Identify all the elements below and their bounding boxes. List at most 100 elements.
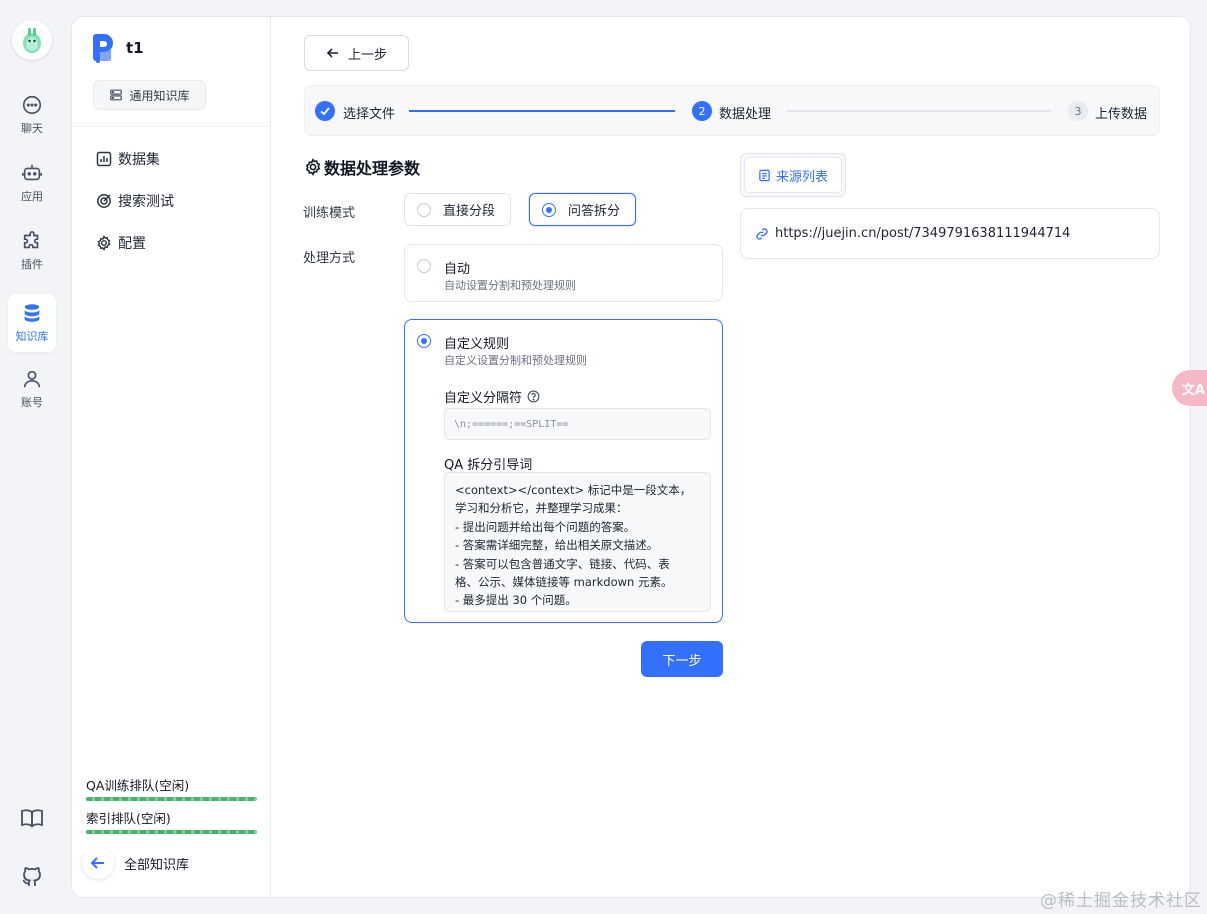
github-icon bbox=[22, 867, 41, 886]
all-knowledge-bases-label: 全部知识库 bbox=[124, 857, 190, 873]
separator-label: 自定义分隔符 bbox=[444, 387, 540, 406]
sidebar-item-label: 数据集 bbox=[118, 152, 160, 168]
method-title: 自定义规则 bbox=[444, 337, 510, 352]
arrow-left-icon bbox=[326, 48, 338, 58]
next-step-button[interactable]: 下一步 bbox=[641, 641, 723, 677]
all-knowledge-bases-link[interactable]: 全部知识库 bbox=[82, 847, 189, 879]
source-list-button[interactable]: 来源列表 bbox=[744, 157, 842, 193]
arrow-left-icon bbox=[90, 857, 104, 869]
source-url: https://juejin.cn/post/73497916381119447… bbox=[775, 226, 1071, 241]
main-card: t1 通用知识库 数据集 搜索测试 配置 QA训练排队(空闲) 索引排队(空闲)… bbox=[71, 16, 1191, 898]
qa-prompt-line: - 答案需详细完整，给出相关原文描述。 bbox=[455, 538, 659, 553]
step-label: 数据处理 bbox=[719, 107, 772, 122]
radio-qa-split[interactable] bbox=[542, 202, 556, 217]
qa-training-queue: QA训练排队(空闲) bbox=[86, 775, 257, 801]
step-connector bbox=[409, 110, 675, 112]
rail-item-label: 知识库 bbox=[15, 330, 49, 343]
app-logo[interactable] bbox=[12, 20, 52, 60]
method-desc: 自定义设置分制和预处理规则 bbox=[444, 354, 587, 367]
robot-icon bbox=[22, 164, 42, 181]
radio-custom[interactable] bbox=[417, 334, 431, 348]
kb-avatar bbox=[90, 33, 116, 63]
step-label: 上传数据 bbox=[1095, 107, 1148, 122]
queue-label: 索引排队(空闲) bbox=[86, 811, 171, 826]
index-queue: 索引排队(空闲) bbox=[86, 808, 257, 834]
rail-item-label: 账号 bbox=[21, 396, 43, 409]
step-label: 选择文件 bbox=[343, 107, 396, 122]
document-icon bbox=[759, 169, 770, 181]
method-custom-card[interactable]: 自定义规则 自定义设置分制和预处理规则 自定义分隔符 \n;======;==S… bbox=[404, 319, 723, 623]
rail-item-knowledge-base[interactable]: 知识库 bbox=[8, 294, 56, 352]
qa-prompt-line: - 提出问题并给出每个问题的答案。 bbox=[455, 519, 636, 534]
qa-prompt-line: - 答案可以包含普通文字、链接、代码、表 bbox=[455, 556, 670, 571]
separator-placeholder: \n;======;==SPLIT== bbox=[454, 418, 569, 430]
translate-icon: 文A bbox=[1182, 382, 1206, 398]
chat-icon bbox=[22, 95, 42, 115]
help-icon[interactable] bbox=[527, 390, 540, 403]
kb-name: t1 bbox=[126, 39, 144, 57]
puzzle-icon bbox=[23, 231, 39, 249]
link-icon bbox=[756, 227, 768, 240]
kb-logo-icon bbox=[93, 34, 113, 63]
rail-item-label: 应用 bbox=[21, 190, 43, 203]
qa-prompt-textarea[interactable]: <context></context> 标记中是一段文本， 学习和分析它，并整理… bbox=[444, 472, 711, 612]
gear-icon bbox=[305, 158, 321, 176]
radio-auto[interactable] bbox=[417, 259, 431, 273]
rail-item-label: 插件 bbox=[21, 258, 43, 271]
previous-step-button[interactable]: 上一步 bbox=[304, 35, 409, 71]
sidebar-item-label: 配置 bbox=[118, 236, 146, 252]
step-connector bbox=[787, 110, 1051, 112]
method-title: 自动 bbox=[444, 262, 471, 277]
sidebar-item-config[interactable]: 配置 bbox=[96, 231, 146, 255]
rail-item-account[interactable]: 账号 bbox=[8, 360, 56, 418]
qa-prompt-line: 学习和分析它，并整理学习成果： bbox=[455, 501, 628, 516]
section-title-text: 数据处理参数 bbox=[324, 159, 421, 178]
sidebar-item-search-test[interactable]: 搜索测试 bbox=[96, 189, 174, 213]
qa-prompt-line: - 最多提出 30 个问题。 bbox=[455, 593, 577, 608]
kb-type-badge: 通用知识库 bbox=[93, 80, 206, 110]
mode-qa-split[interactable]: 问答拆分 bbox=[529, 193, 636, 226]
method-label: 处理方式 bbox=[303, 251, 356, 266]
separator-label-text: 自定义分隔符 bbox=[444, 391, 523, 406]
watermark: @稀土掘金技术社区 bbox=[1040, 891, 1202, 911]
kb-header: t1 bbox=[90, 33, 144, 63]
gear-icon bbox=[97, 235, 111, 251]
queue-progress-bar bbox=[86, 797, 257, 801]
book-icon bbox=[21, 809, 43, 828]
step-number: 3 bbox=[1068, 101, 1088, 121]
kb-sidebar: t1 通用知识库 数据集 搜索测试 配置 QA训练排队(空闲) 索引排队(空闲)… bbox=[72, 17, 271, 897]
separator-input[interactable]: \n;======;==SPLIT== bbox=[444, 408, 711, 440]
mode-label: 问答拆分 bbox=[568, 204, 621, 219]
qa-prompt-line: <context></context> 标记中是一段文本， bbox=[455, 483, 692, 497]
rail-item-apps[interactable]: 应用 bbox=[8, 154, 56, 212]
method-auto-card[interactable]: 自动 自动设置分割和预处理规则 bbox=[404, 244, 723, 302]
check-icon bbox=[320, 107, 330, 116]
source-list-tab: 来源列表 bbox=[740, 153, 846, 197]
section-title: 数据处理参数 bbox=[304, 155, 420, 179]
step-done-indicator bbox=[315, 101, 335, 121]
docs-button[interactable] bbox=[20, 806, 44, 830]
previous-step-label: 上一步 bbox=[347, 47, 387, 63]
translate-button[interactable]: 文A bbox=[1172, 370, 1207, 406]
database-icon bbox=[24, 304, 40, 322]
source-url-item[interactable]: https://juejin.cn/post/73497916381119447… bbox=[740, 208, 1160, 259]
qa-prompt-label: QA 拆分引导词 bbox=[444, 458, 533, 473]
qa-prompt-line: 格、公示、媒体链接等 markdown 元素。 bbox=[455, 575, 673, 590]
sidebar-divider bbox=[72, 126, 271, 127]
bar-chart-icon bbox=[96, 151, 112, 167]
step-number: 2 bbox=[692, 101, 712, 121]
queue-label: QA训练排队(空闲) bbox=[86, 778, 190, 793]
rail-item-chat[interactable]: 聊天 bbox=[8, 86, 56, 144]
sidebar-item-dataset[interactable]: 数据集 bbox=[96, 147, 160, 171]
method-desc: 自动设置分割和预处理规则 bbox=[444, 279, 576, 292]
rail-item-plugins[interactable]: 插件 bbox=[8, 222, 56, 280]
sidebar-item-label: 搜索测试 bbox=[118, 194, 174, 210]
radio-direct-split[interactable] bbox=[417, 202, 431, 217]
back-arrow-button[interactable] bbox=[82, 847, 114, 879]
kb-type-label: 通用知识库 bbox=[129, 88, 190, 103]
mode-direct-split[interactable]: 直接分段 bbox=[404, 193, 511, 226]
mode-label: 直接分段 bbox=[443, 204, 496, 219]
source-list-label: 来源列表 bbox=[775, 169, 828, 185]
target-icon bbox=[97, 194, 111, 208]
github-button[interactable] bbox=[20, 864, 44, 888]
